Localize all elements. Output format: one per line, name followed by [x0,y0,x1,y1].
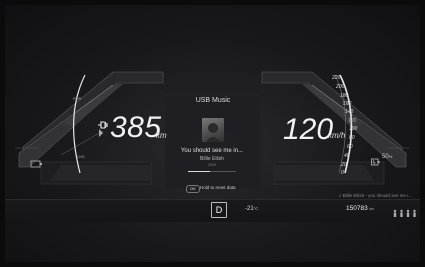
speed-unit: km/h [328,131,346,140]
seatbelt-status-icon [392,205,418,223]
gear-indicator: D [211,202,227,218]
battery-percent-unit: % [388,154,393,159]
media-source-title: USB Music [195,97,231,104]
battery-percentage: 50% [382,154,392,160]
range-unit: km [156,131,167,140]
outside-temperature: -21°C [245,206,258,212]
speed-tick: 220 [332,75,341,81]
speed-tick: 40 [344,153,350,159]
album-art[interactable] [202,118,224,142]
artist-name: Billie Eilish [200,156,224,162]
range-value: 385 [110,111,162,144]
speed-value: 120 [283,113,334,146]
charge-label: CHG [77,155,85,159]
speed-tick: 120 [348,118,357,124]
speed-tick: 200 [336,84,345,90]
plug-icon [95,118,109,135]
speed-tick: 80 [349,135,355,141]
odometer-unit: km [369,207,375,211]
odometer-value: 150783 [346,205,368,212]
song-title: You should see me in... [180,148,244,154]
speed-tick: 20 [341,162,347,168]
reset-hint-text: Hold to reset data [200,185,236,190]
ok-button[interactable]: OK [186,185,200,193]
battery-icon [371,153,380,171]
battery-percent-value: 50 [382,154,389,160]
speed-tick: 180 [340,93,349,99]
speed-tick: 60 [347,144,353,150]
speed-tick: 0 [341,170,344,176]
odometer: 150783 km [346,205,374,212]
album-art-image-icon [206,123,220,142]
temperature-value: -21 [245,206,254,212]
album-year: 2019 [208,163,216,167]
power-label: PWR [73,97,82,101]
instrument-cluster-screen: PWR CHG 385 km USB Music You should see … [5,5,420,262]
media-progress-fill [188,171,210,172]
speed-tick: 160 [343,101,352,107]
media-progress-track[interactable] [188,171,236,172]
now-playing-text: Billie Eilish - you should see me i... [342,193,412,198]
speed-tick: 100 [349,126,358,132]
speed-tick: 140 [345,109,354,115]
temperature-unit: °C [253,206,259,211]
charging-car-icon [30,156,44,174]
